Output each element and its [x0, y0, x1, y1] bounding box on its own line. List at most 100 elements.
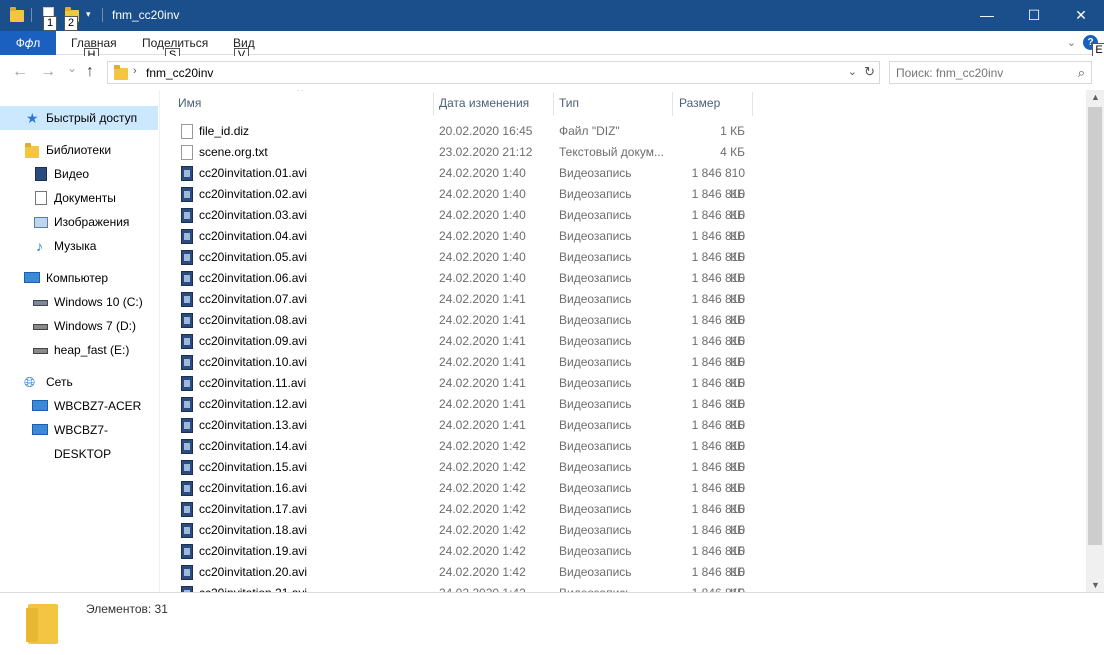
customize-toolbar-icon[interactable]: ▾ [86, 9, 91, 20]
sidebar-item-libraries[interactable]: Библиотеки [0, 138, 158, 162]
sidebar-item-drive-e[interactable]: heap_fast (E:) [0, 338, 158, 362]
column-header-name[interactable]: Имя [178, 90, 201, 116]
table-row[interactable]: cc20invitation.19.avi 24.02.2020 1:42 Виде… [160, 541, 1086, 579]
file-date: 24.02.2020 1:42 [439, 502, 526, 516]
sidebar-item-label: Компьютер [46, 271, 109, 285]
table-row[interactable]: cc20invitation.07.avi 24.02.2020 1:41 Виде… [160, 289, 1086, 327]
sidebar-item-documents[interactable]: Документы [0, 186, 158, 210]
sidebar-item-network-desktop[interactable]: WBCBZ7-DESKTOP [0, 418, 158, 461]
table-row[interactable]: cc20invitation.20.avi 24.02.2020 1:42 Виде… [160, 562, 1086, 592]
breadcrumb[interactable]: fnm_cc20inv [146, 66, 213, 80]
column-divider[interactable] [553, 92, 554, 116]
file-type: Видеозапись [559, 439, 632, 453]
file-type: Видеозапись [559, 250, 632, 264]
table-row[interactable]: cc20invitation.03.avi 24.02.2020 1:40 Виде… [160, 205, 1086, 243]
table-row[interactable]: cc20invitation.15.avi 24.02.2020 1:42 Виде… [160, 457, 1086, 495]
table-row[interactable]: cc20invitation.01.avi 24.02.2020 1:40 Виде… [160, 163, 1086, 201]
up-button[interactable]: ↑ [86, 63, 94, 81]
sidebar-item-quick-access[interactable]: ★ Быстрый доступ [0, 106, 158, 130]
video-file-icon [181, 229, 193, 244]
sidebar-item-music[interactable]: ♪ Музыка [0, 234, 158, 258]
sidebar-item-computer[interactable]: Компьютер [0, 266, 158, 290]
minimize-button[interactable]: — [964, 0, 1010, 31]
file-type: Видеозапись [559, 187, 632, 201]
file-type: Видеозапись [559, 271, 632, 285]
sidebar-item-drive-d[interactable]: Windows 7 (D:) [0, 314, 158, 338]
file-list: Имя ^ Дата изменения Тип Размер file_id.… [160, 90, 1086, 592]
column-header-date[interactable]: Дата изменения [439, 90, 529, 116]
folder-icon [114, 65, 128, 80]
table-row[interactable]: cc20invitation.09.avi 24.02.2020 1:41 Виде… [160, 331, 1086, 369]
table-row[interactable]: cc20invitation.05.avi 24.02.2020 1:40 Виде… [160, 247, 1086, 285]
scroll-down-icon[interactable]: ▼ [1091, 580, 1100, 590]
scroll-up-icon[interactable]: ▲ [1091, 92, 1100, 102]
file-date: 24.02.2020 1:42 [439, 544, 526, 558]
search-icon[interactable]: ⌕ [1078, 65, 1085, 81]
table-row[interactable]: cc20invitation.14.avi 24.02.2020 1:42 Виде… [160, 436, 1086, 474]
file-name: file_id.diz [199, 124, 250, 138]
table-row[interactable]: cc20invitation.11.avi 24.02.2020 1:41 Виде… [160, 373, 1086, 411]
table-row[interactable]: cc20invitation.08.avi 24.02.2020 1:41 Виде… [160, 310, 1086, 348]
close-button[interactable]: ✕ [1058, 0, 1104, 31]
video-file-icon [181, 502, 193, 517]
search-box[interactable]: ⌕ [889, 61, 1092, 84]
file-type: Видеозапись [559, 292, 632, 306]
column-header-type[interactable]: Тип [559, 90, 579, 116]
file-size: 1 КБ [720, 124, 745, 138]
sidebar-item-video[interactable]: Видео [0, 162, 158, 186]
column-divider[interactable] [433, 92, 434, 116]
video-file-icon [181, 376, 193, 391]
table-row[interactable]: cc20invitation.21.avi 24.02.2020 1:42 Виде… [160, 583, 1086, 592]
column-divider[interactable] [672, 92, 673, 116]
file-date: 24.02.2020 1:40 [439, 208, 526, 222]
refresh-icon[interactable]: ↻ [864, 64, 875, 80]
table-row[interactable]: cc20invitation.02.avi 24.02.2020 1:40 Виде… [160, 184, 1086, 222]
drive-icon [33, 324, 48, 330]
sidebar-item-network-acer[interactable]: WBCBZ7-ACER [0, 394, 158, 418]
forward-button[interactable]: → [40, 63, 56, 81]
table-row[interactable]: cc20invitation.06.avi 24.02.2020 1:40 Виде… [160, 268, 1086, 306]
table-row[interactable]: file_id.diz 20.02.2020 16:45 Файл "DIZ" 1 К… [160, 121, 1086, 142]
chevron-down-icon[interactable]: ⌄ [848, 65, 857, 78]
table-row[interactable]: scene.org.txt 23.02.2020 21:12 Текстовый д… [160, 142, 1086, 163]
sidebar-item-label: heap_fast (E:) [54, 343, 130, 357]
separator [102, 8, 103, 22]
computer-icon [24, 272, 40, 283]
sidebar-item-label: Windows 7 (D:) [54, 319, 137, 333]
table-row[interactable]: cc20invitation.12.avi 24.02.2020 1:41 Виде… [160, 394, 1086, 432]
vertical-scrollbar[interactable]: ▲ ▼ [1086, 90, 1104, 592]
scrollbar-thumb[interactable] [1088, 107, 1102, 545]
file-type: Видеозапись [559, 418, 632, 432]
chevron-right-icon[interactable]: › [133, 65, 137, 77]
sidebar-item-label: Библиотеки [46, 143, 112, 157]
column-header-size[interactable]: Размер [679, 90, 720, 116]
file-type: Видеозапись [559, 334, 632, 348]
maximize-button[interactable]: ☐ [1011, 0, 1057, 31]
table-row[interactable]: cc20invitation.17.avi 24.02.2020 1:42 Виде… [160, 499, 1086, 537]
address-bar[interactable]: › fnm_cc20inv ⌄ ↻ [107, 61, 880, 84]
recent-locations-button[interactable]: ⌄ [67, 61, 77, 75]
sidebar-item-drive-c[interactable]: Windows 10 (C:) [0, 290, 158, 314]
file-type: Видеозапись [559, 481, 632, 495]
sidebar-item-pictures[interactable]: Изображения [0, 210, 158, 234]
column-divider[interactable] [752, 92, 753, 116]
table-row[interactable]: cc20invitation.10.avi 24.02.2020 1:41 Виде… [160, 352, 1086, 390]
search-input[interactable] [896, 65, 1066, 80]
table-row[interactable]: cc20invitation.13.avi 24.02.2020 1:41 Виде… [160, 415, 1086, 453]
chevron-down-icon[interactable]: ⌄ [1067, 36, 1076, 49]
table-row[interactable]: cc20invitation.04.avi 24.02.2020 1:40 Виде… [160, 226, 1086, 264]
sidebar-item-label: Быстрый доступ [46, 111, 138, 125]
sort-ascending-icon: ^ [298, 90, 303, 97]
navigation-bar: ← → ⌄ ↑ › fnm_cc20inv ⌄ ↻ ⌕ [0, 56, 1104, 90]
table-row[interactable]: cc20invitation.18.avi 24.02.2020 1:42 Виде… [160, 520, 1086, 558]
file-type: Видеозапись [559, 460, 632, 474]
table-row[interactable]: cc20invitation.16.avi 24.02.2020 1:42 Виде… [160, 478, 1086, 516]
file-type: Видеозапись [559, 523, 632, 537]
back-button[interactable]: ← [12, 63, 28, 81]
sidebar-item-network[interactable]: 🌐︎ Сеть [0, 370, 158, 394]
file-type: Видеозапись [559, 376, 632, 390]
navigation-pane: ★ Быстрый доступ Библиотеки Видео Докуме… [0, 90, 160, 592]
file-name: cc20invitation.21.avi [199, 583, 307, 592]
file-date: 24.02.2020 1:40 [439, 271, 526, 285]
tab-file[interactable]: Ф𝜙л [0, 31, 56, 55]
